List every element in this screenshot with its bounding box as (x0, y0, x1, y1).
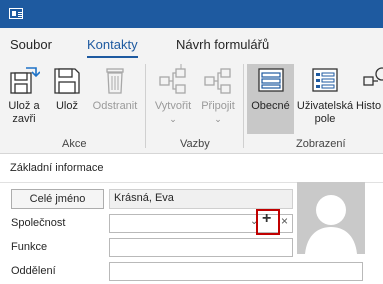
save-label: Ulož (55, 100, 78, 112)
attach-label: Připojit (201, 100, 235, 112)
full-name-field[interactable]: Krásná, Eva (109, 189, 293, 209)
custom-fields-icon (309, 64, 341, 96)
save-button[interactable]: Ulož (50, 64, 84, 134)
tab-navrh-formularu[interactable]: Návrh formulářů (176, 37, 269, 52)
contact-card-icon (9, 8, 23, 19)
group-label-akce: Akce (62, 138, 87, 150)
title-bar (0, 0, 383, 28)
history-label: Histo (356, 100, 382, 112)
person-silhouette-icon (305, 195, 357, 254)
ribbon: Ulož a zavři Ulož Odstranit Akce Vytvoři… (0, 58, 383, 154)
department-label: Oddělení (11, 265, 56, 277)
custom-fields-label-2: pole (314, 113, 336, 125)
group-label-zobrazeni: Zobrazení (296, 138, 346, 150)
menu-bar: Soubor Kontakty Návrh formulářů (0, 28, 383, 58)
general-view-button[interactable]: Obecné (247, 64, 294, 134)
company-label: Společnost (11, 217, 66, 229)
custom-fields-button[interactable]: Uživatelská pole (296, 64, 354, 134)
tab-soubor[interactable]: Soubor (10, 37, 52, 52)
create-link-button[interactable]: Vytvořit ⌄ (150, 64, 196, 134)
attach-icon (202, 64, 234, 96)
save-icon (51, 64, 83, 96)
save-and-close-label-2: zavři (12, 113, 36, 125)
function-field[interactable] (109, 238, 293, 257)
trash-icon (99, 64, 131, 96)
ribbon-separator (145, 64, 146, 148)
save-and-close-button[interactable]: Ulož a zavři (4, 64, 44, 134)
general-view-label: Obecné (251, 100, 290, 112)
ribbon-separator (243, 64, 244, 148)
section-title: Základní informace (10, 162, 104, 174)
attach-button[interactable]: Připojit ⌄ (198, 64, 238, 134)
contact-form: Základní informace Celé jméno Krásná, Ev… (0, 155, 383, 284)
highlight-box (256, 209, 280, 235)
contact-photo[interactable] (297, 182, 365, 254)
create-link-label: Vytvořit (154, 100, 192, 112)
history-icon (360, 64, 383, 96)
tab-kontakty[interactable]: Kontakty (87, 37, 138, 58)
save-and-close-label-1: Ulož a (8, 100, 40, 112)
full-name-button[interactable]: Celé jméno (11, 189, 104, 209)
function-label: Funkce (11, 241, 48, 253)
chevron-down-icon: ⌄ (214, 114, 222, 124)
group-label-vazby: Vazby (180, 138, 210, 150)
create-link-icon (157, 64, 189, 96)
clear-company-icon[interactable]: × (281, 214, 288, 228)
general-form-icon (255, 64, 287, 96)
history-button[interactable]: Histo (356, 64, 383, 134)
delete-label: Odstranit (92, 100, 138, 112)
department-field[interactable] (109, 262, 363, 281)
delete-button[interactable]: Odstranit (88, 64, 142, 134)
chevron-down-icon: ⌄ (169, 114, 177, 124)
save-close-icon (8, 64, 41, 96)
custom-fields-label-1: Uživatelská (296, 100, 354, 112)
